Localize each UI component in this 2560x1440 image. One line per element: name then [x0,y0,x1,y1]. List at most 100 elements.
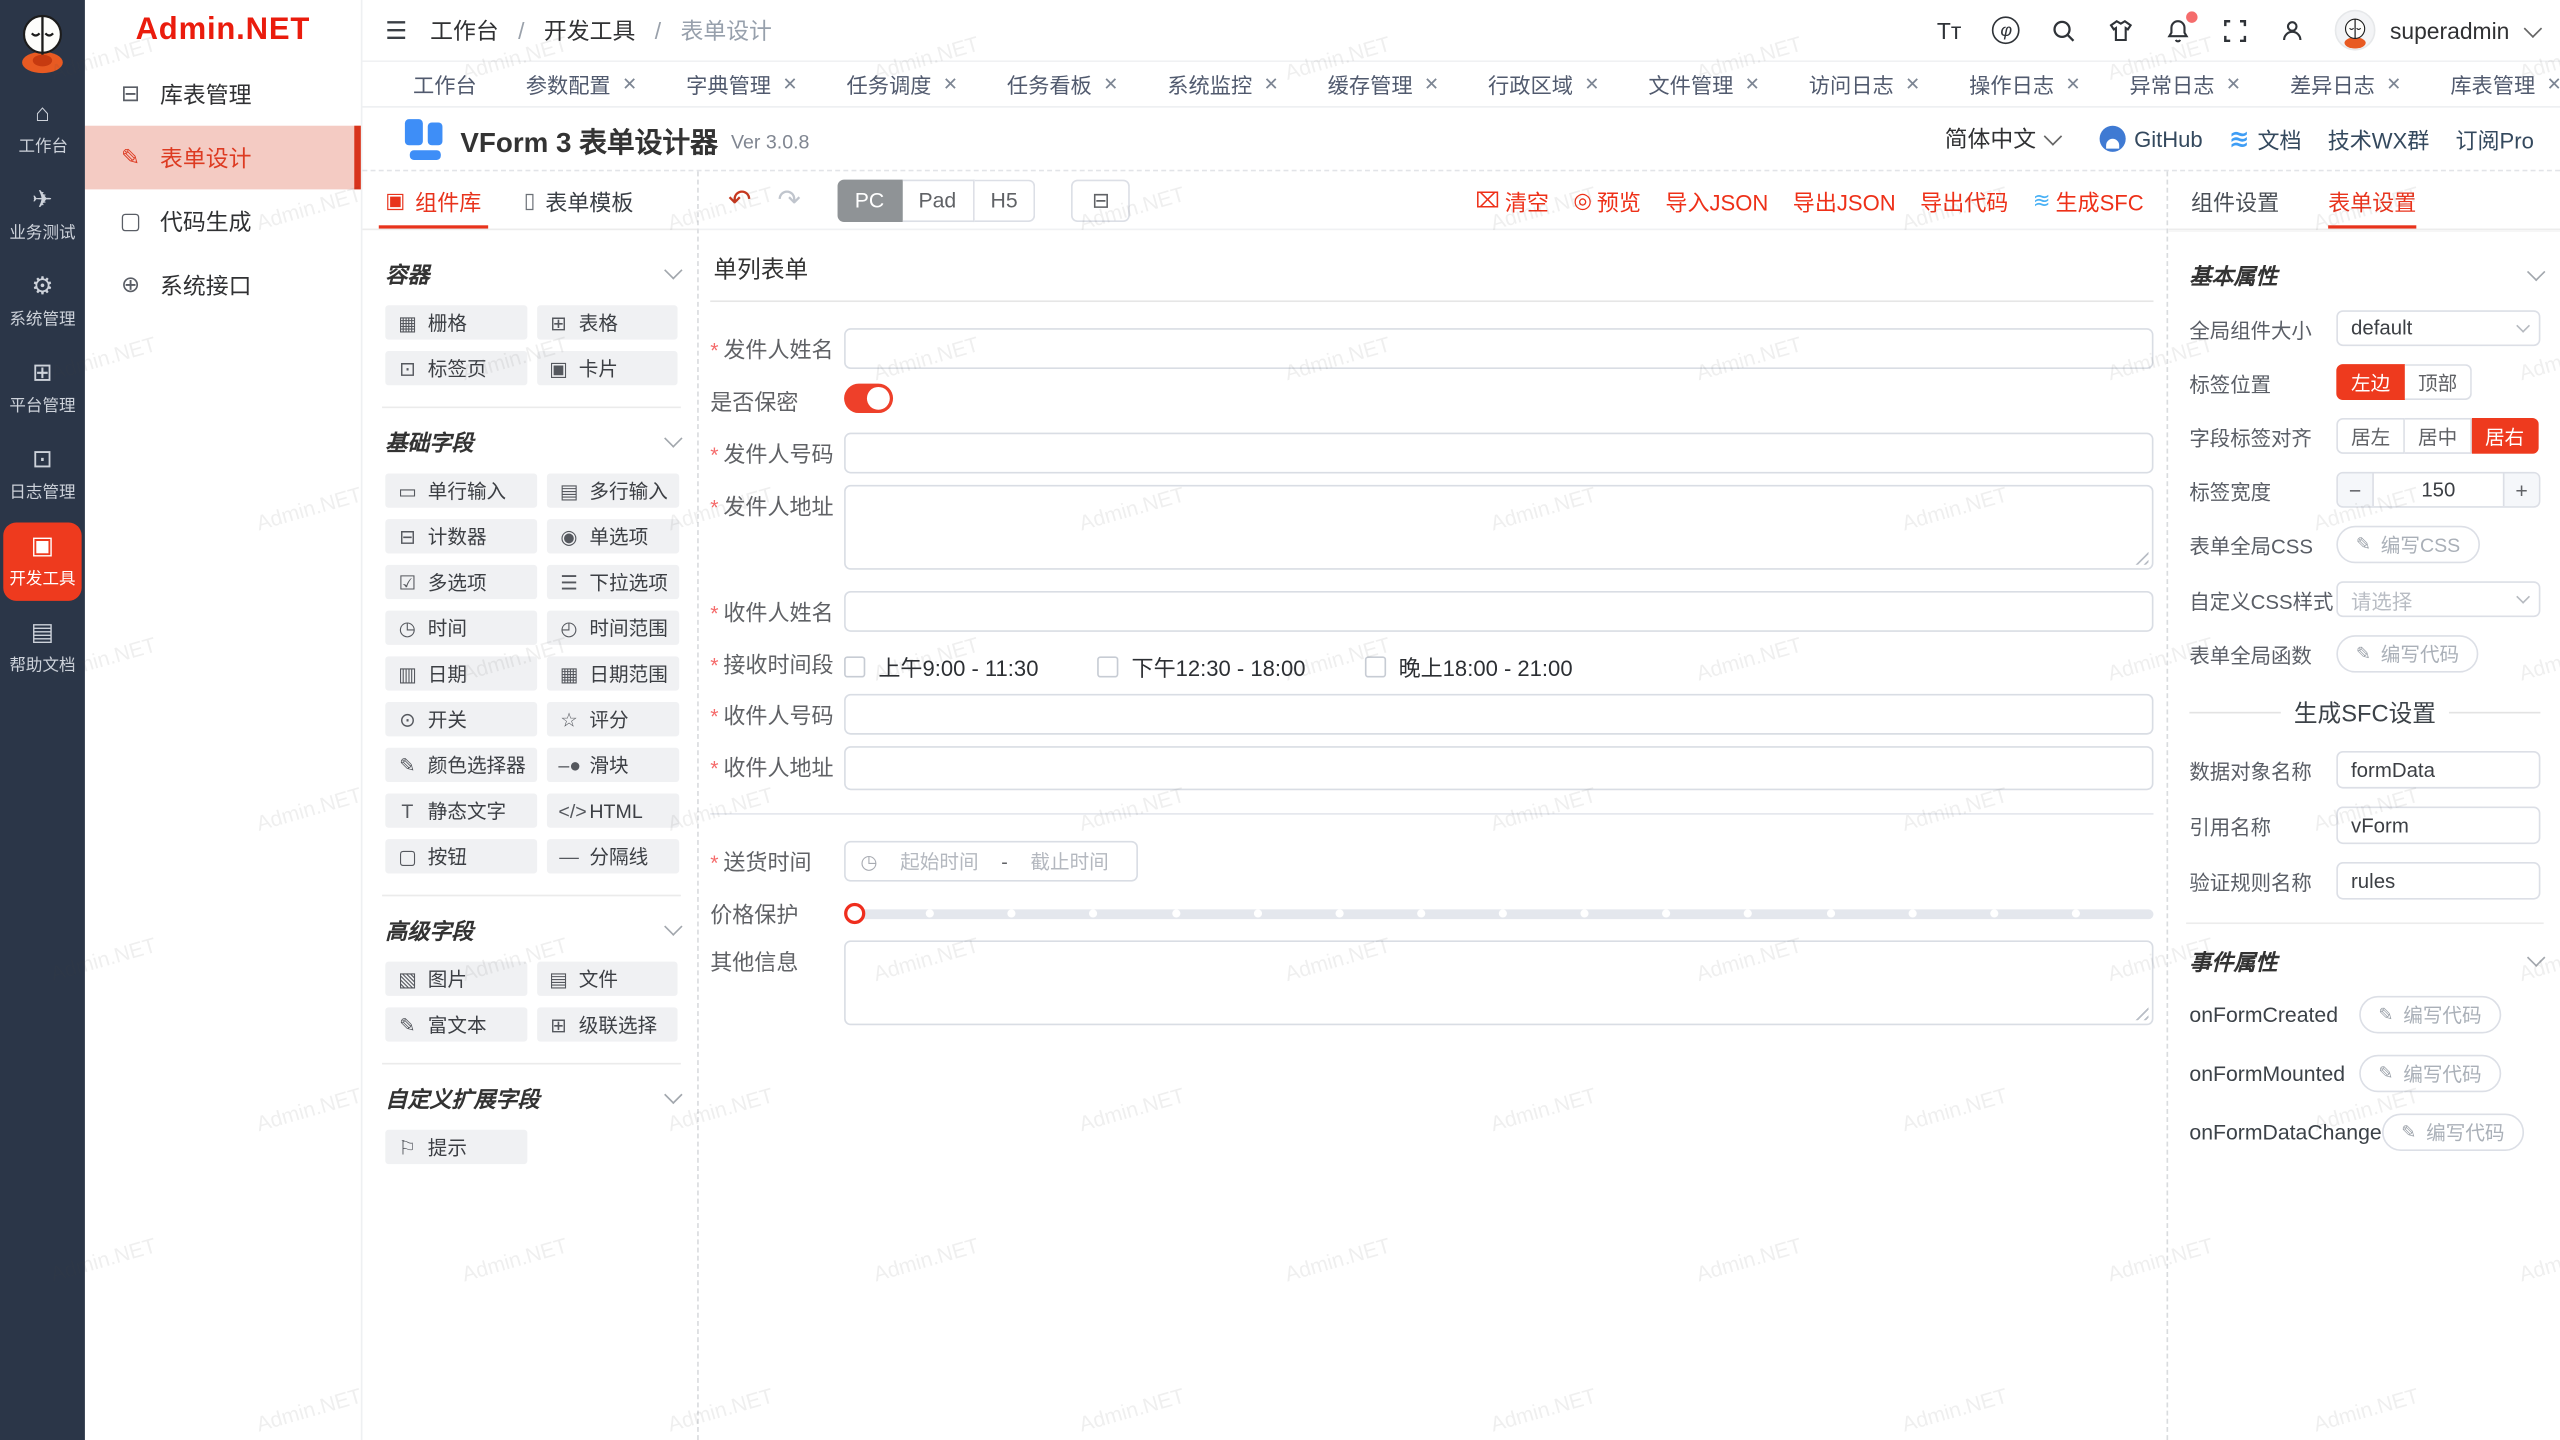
github-link[interactable]: GitHub [2100,126,2203,152]
action-清空[interactable]: ⌧ 清空 [1475,184,1548,217]
field-delivery-time[interactable]: *送货时间 ◷ 起始时间 - 截止时间 [710,841,2153,882]
global-size-select[interactable]: default [2336,310,2540,346]
stepper-minus-button[interactable]: − [2338,473,2374,506]
page-tab[interactable]: 缓存管理✕ [1306,62,1460,106]
field-receiver-name[interactable]: *收件人姓名 [710,591,2153,632]
widget-tab[interactable]: ▯ 表单模板 [524,171,634,228]
checkbox-icon[interactable] [1097,656,1118,677]
sidebar-item-api[interactable]: ⊕ 系统接口 [85,253,361,317]
widget-section-header[interactable]: 容器 [385,256,677,289]
close-icon[interactable]: ✕ [782,73,797,94]
widget-item[interactable]: ⊡ 标签页 [385,351,526,385]
widget-tab[interactable]: ▣ 组件库 [385,171,481,228]
price-protect-slider[interactable] [844,902,2153,925]
receiver-address-input[interactable] [844,746,2153,790]
page-tab[interactable]: 库表管理✕ [2429,62,2560,106]
rules-name-input[interactable] [2336,862,2540,900]
widget-item[interactable]: ☑ 多选项 [385,565,537,599]
rail-item-help[interactable]: ▤ 帮助文档 [3,609,81,687]
label-width-value[interactable]: 150 [2374,473,2503,506]
collapse-menu-icon[interactable]: ☰ [385,16,407,45]
wx-group-link[interactable]: 技术WX群 [2328,122,2430,155]
close-icon[interactable]: ✕ [2066,73,2081,94]
widget-item[interactable]: ☆ 评分 [547,702,679,736]
tab-component-settings[interactable]: 组件设置 [2191,171,2279,228]
widget-section-header[interactable]: 自定义扩展字段 [385,1081,677,1114]
breadcrumb-workbench[interactable]: 工作台 [430,17,499,43]
widget-item[interactable]: ◴ 时间范围 [547,611,679,645]
write-code-button[interactable]: ✎ 编写代码 [2382,1113,2524,1151]
rail-item-platform[interactable]: ⊞ 平台管理 [3,349,81,427]
action-导出JSON[interactable]: 导出JSON [1793,184,1896,217]
field-sender-phone[interactable]: *发件人号码 [710,433,2153,474]
field-sender-address[interactable]: *发件人地址 [710,485,2153,570]
breadcrumb-devtools[interactable]: 开发工具 [544,17,635,43]
rail-item-biz-test[interactable]: ✈ 业务测试 [3,176,81,254]
user-profile-icon[interactable] [2277,16,2306,45]
action-生成SFC[interactable]: ≋ 生成SFC [2033,184,2144,217]
receiver-name-input[interactable] [844,591,2153,632]
redo-icon[interactable]: ↷ [778,184,801,217]
widget-item[interactable]: ✎ 颜色选择器 [385,748,537,782]
page-tab[interactable]: 文件管理✕ [1627,62,1781,106]
field-receiver-phone[interactable]: *收件人号码 [710,694,2153,735]
widget-item[interactable]: ▥ 日期 [385,656,537,690]
widget-item[interactable]: ⊞ 级联选择 [536,1007,677,1041]
admin-net-mascot-logo[interactable] [11,8,73,73]
widget-item[interactable]: ▣ 卡片 [536,351,677,385]
action-导入JSON[interactable]: 导入JSON [1665,184,1768,217]
widget-item[interactable]: ⚐ 提示 [385,1130,526,1164]
widget-item[interactable]: T 静态文字 [385,793,537,827]
field-receive-period[interactable]: *接收时间段 上午9:00 - 11:30 下午12:30 - 18:00 晚上… [710,643,2153,682]
user-menu-chevron-icon[interactable] [2524,19,2542,37]
align-left-button[interactable]: 居左 [2336,418,2405,454]
align-center-button[interactable]: 居中 [2405,418,2472,454]
field-price-protect[interactable]: 价格保护 [710,893,2153,929]
sidebar-item-db-table[interactable]: ⊟ 库表管理 [85,62,361,126]
widget-item[interactable]: ▤ 多行输入 [547,473,679,507]
search-icon[interactable] [2049,16,2078,45]
widget-section-header[interactable]: 基础字段 [385,424,677,457]
widget-item[interactable]: ▦ 日期范围 [547,656,679,690]
subscribe-pro-link[interactable]: 订阅Pro [2455,122,2533,155]
theme-shirt-icon[interactable] [2106,16,2135,45]
close-icon[interactable]: ✕ [1745,73,1760,94]
widget-item[interactable]: ▦ 栅格 [385,305,526,339]
page-tab[interactable]: 操作日志✕ [1948,62,2102,106]
page-tab[interactable]: 参数配置✕ [505,62,659,106]
close-icon[interactable]: ✕ [622,73,637,94]
page-tab[interactable]: 异常日志✕ [2108,62,2262,106]
widget-item[interactable]: ⊟ 计数器 [385,519,537,553]
page-tab[interactable]: 字典管理✕ [665,62,819,106]
fullscreen-icon[interactable] [2220,16,2249,45]
delivery-time-range-picker[interactable]: ◷ 起始时间 - 截止时间 [844,841,1138,882]
field-other-info[interactable]: 其他信息 [710,940,2153,1025]
widget-item[interactable]: ⊙ 开关 [385,702,537,736]
widget-item[interactable]: ☰ 下拉选项 [547,565,679,599]
widget-section-header[interactable]: 高级字段 [385,913,677,946]
secret-toggle-on[interactable] [844,384,893,413]
ref-name-input[interactable] [2336,807,2540,845]
widget-item[interactable]: ▢ 按钮 [385,839,537,873]
widget-item[interactable]: ◉ 单选项 [547,519,679,553]
undo-icon[interactable]: ↶ [728,184,751,217]
language-icon[interactable]: φ [1992,16,2021,45]
close-icon[interactable]: ✕ [2226,73,2241,94]
other-info-textarea[interactable] [844,940,2153,1025]
widget-item[interactable]: </> HTML [547,793,679,827]
page-tab[interactable]: 差异日志✕ [2269,62,2423,106]
page-tab[interactable]: 任务调度✕ [825,62,979,106]
username-label[interactable]: superadmin [2390,17,2509,43]
field-sender-name[interactable]: *发件人姓名 [710,328,2153,369]
checkbox-option[interactable]: 上午9:00 - 11:30 [844,650,1038,683]
close-icon[interactable]: ✕ [1424,73,1439,94]
slider-handle[interactable] [844,903,865,924]
slider-track[interactable] [852,909,2153,919]
widget-item[interactable]: — 分隔线 [547,839,679,873]
event-props-header[interactable]: 事件属性 [2189,944,2540,977]
docs-link[interactable]: ≋ 文档 [2229,122,2302,155]
label-pos-left-button[interactable]: 左边 [2336,364,2405,400]
tab-form-settings[interactable]: 表单设置 [2328,171,2416,228]
basic-props-header[interactable]: 基本属性 [2189,258,2540,291]
write-code-button[interactable]: ✎ 编写代码 [2359,1055,2501,1093]
